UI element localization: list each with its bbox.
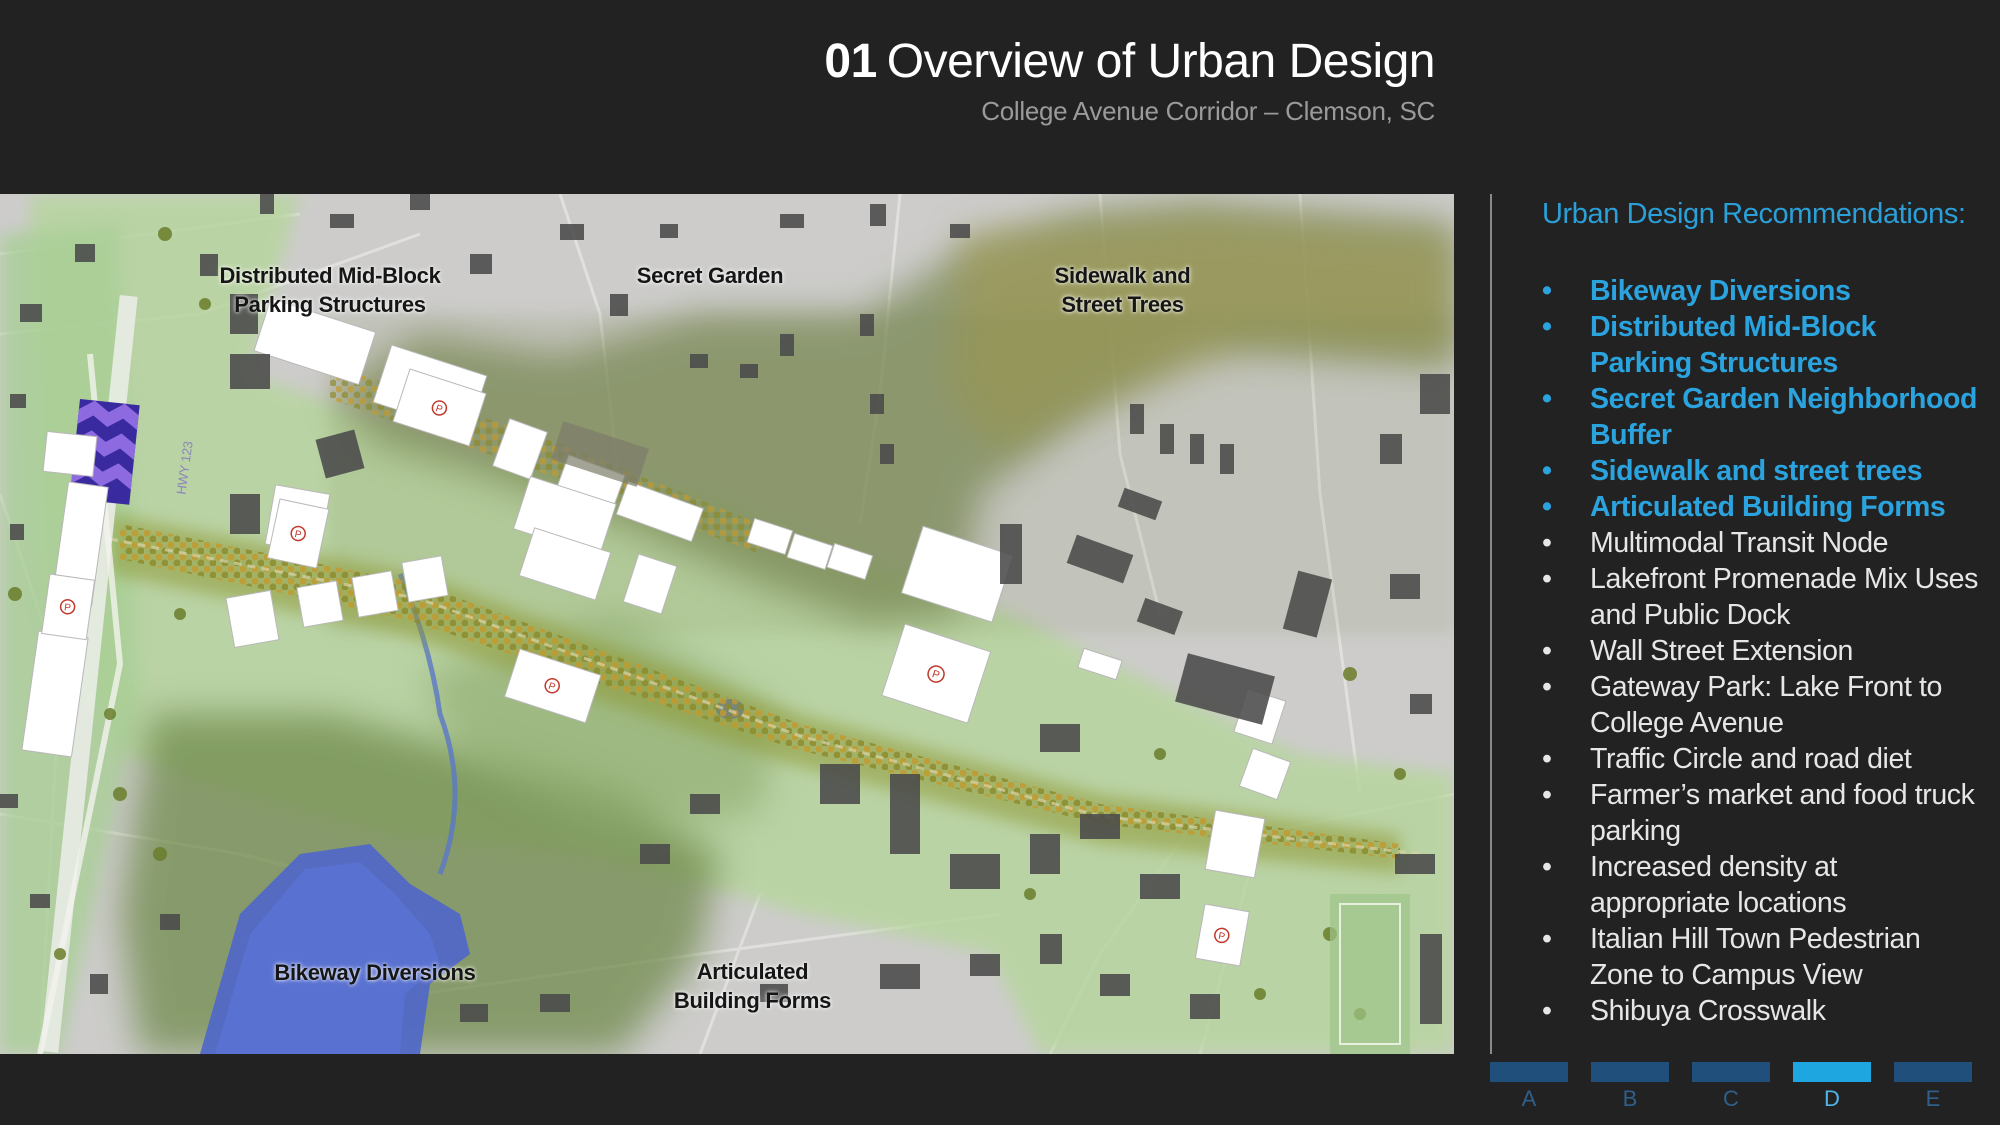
recommendation-text: Farmer’s market and food truck parking <box>1590 779 1975 847</box>
label-secret-garden: Secret Garden <box>636 263 784 288</box>
recommendations-heading: Urban Design Recommendations: <box>1542 198 1966 230</box>
bullet-icon: • <box>1542 851 1552 883</box>
nav-tab-b[interactable]: B <box>1591 1062 1669 1122</box>
section-nav: ABCDE <box>1490 1062 1975 1122</box>
bullet-icon: • <box>1542 995 1552 1027</box>
slide-title: 01 Overview of Urban Design <box>824 34 1435 90</box>
nav-tab-label[interactable]: B <box>1591 1086 1669 1112</box>
recommendation-item: • Secret Garden Neighborhood Buffer <box>1542 381 1982 453</box>
bullet-icon: • <box>1542 563 1552 595</box>
recommendation-text: Shibuya Crosswalk <box>1590 995 1826 1027</box>
recommendation-text: Sidewalk and street trees <box>1590 455 1923 487</box>
nav-tab-bar[interactable] <box>1490 1062 1568 1082</box>
recommendation-item: • Gateway Park: Lake Front to College Ave… <box>1542 669 1982 741</box>
recommendation-item: • Multimodal Transit Node <box>1542 525 1982 561</box>
bullet-icon: • <box>1542 635 1552 667</box>
recommendation-text: Secret Garden Neighborhood Buffer <box>1590 383 1978 451</box>
bullet-icon: • <box>1542 311 1552 343</box>
slide-number: 01 <box>824 35 877 88</box>
recommendation-item: • Wall Street Extension <box>1542 633 1982 669</box>
recommendation-item: • Sidewalk and street trees <box>1542 453 1982 489</box>
recommendation-text: Articulated Building Forms <box>1590 491 1946 523</box>
slide-header: 01 Overview of Urban Design College Avenu… <box>824 34 1435 127</box>
nav-tab-bar[interactable] <box>1793 1062 1871 1082</box>
slide-title-text: Overview of Urban Design <box>886 35 1436 88</box>
slide-subtitle: College Avenue Corridor – Clemson, SC <box>981 96 1435 126</box>
recommendations-panel: Urban Design Recommendations: • Bikeway D… <box>1542 198 1982 1029</box>
recommendation-item: • Bikeway Diversions <box>1542 273 1982 309</box>
nav-tab-label[interactable]: E <box>1894 1086 1972 1112</box>
recommendation-text: Bikeway Diversions <box>1590 275 1851 307</box>
bullet-icon: • <box>1542 779 1552 811</box>
nav-tab-a[interactable]: A <box>1490 1062 1568 1122</box>
recommendation-text: Traffic Circle and road diet <box>1590 743 1912 775</box>
recommendation-item: • Traffic Circle and road diet <box>1542 741 1982 777</box>
recommendation-item: • Italian Hill Town Pedestrian Zone to Ca… <box>1542 921 1982 993</box>
nav-tab-d[interactable]: D <box>1793 1062 1871 1122</box>
nav-tab-bar[interactable] <box>1591 1062 1669 1082</box>
recommendation-text: Gateway Park: Lake Front to College Aven… <box>1590 671 1942 739</box>
recommendation-item: • Distributed Mid-Block Parking Structure… <box>1542 309 1982 381</box>
recommendation-text: Lakefront Promenade Mix Uses and Public … <box>1590 563 1978 631</box>
bullet-icon: • <box>1542 743 1552 775</box>
urban-design-site-plan: P P P P P P Distributed Mid-Block Parkin… <box>0 194 1454 1054</box>
site-plan-drawing: P P P P P P <box>0 194 1454 1054</box>
nav-tab-bar[interactable] <box>1894 1062 1972 1082</box>
label-bikeway-diversions: Bikeway Diversions <box>274 960 476 985</box>
recommendation-item: • Lakefront Promenade Mix Uses and Public… <box>1542 561 1982 633</box>
label-articulated-building-forms: Articulated Building Forms <box>673 959 832 1013</box>
nav-tab-e[interactable]: E <box>1894 1062 1972 1122</box>
bullet-icon: • <box>1542 527 1552 559</box>
recommendation-item: • Shibuya Crosswalk <box>1542 993 1982 1029</box>
recommendation-item: • Articulated Building Forms <box>1542 489 1982 525</box>
label-sidewalk-street-trees: Sidewalk and Street Trees <box>1054 263 1191 317</box>
nav-tab-label[interactable]: C <box>1692 1086 1770 1112</box>
bullet-icon: • <box>1542 455 1552 487</box>
recommendations-list: • Bikeway Diversions • Distributed Mid-Bloc… <box>1542 273 1982 1029</box>
recommendation-item: • Farmer’s market and food truck parking <box>1542 777 1982 849</box>
nav-tab-bar[interactable] <box>1692 1062 1770 1082</box>
recommendation-text: Distributed Mid-Block Parking Structures <box>1590 311 1877 379</box>
label-parking-structures: Distributed Mid-Block Parking Structures <box>219 263 441 317</box>
bullet-icon: • <box>1542 491 1552 523</box>
nav-tab-label[interactable]: D <box>1793 1086 1871 1112</box>
recommendation-text: Wall Street Extension <box>1590 635 1853 667</box>
nav-tab-c[interactable]: C <box>1692 1062 1770 1122</box>
bullet-icon: • <box>1542 671 1552 703</box>
recommendation-text: Increased density at appropriate locatio… <box>1590 851 1847 919</box>
bullet-icon: • <box>1542 923 1552 955</box>
recommendation-text: Italian Hill Town Pedestrian Zone to Cam… <box>1590 923 1921 991</box>
bullet-icon: • <box>1542 275 1552 307</box>
recommendation-text: Multimodal Transit Node <box>1590 527 1889 559</box>
nav-tab-label[interactable]: A <box>1490 1086 1568 1112</box>
panel-divider <box>1490 194 1492 1054</box>
bullet-icon: • <box>1542 383 1552 415</box>
recommendation-item: • Increased density at appropriate locati… <box>1542 849 1982 921</box>
